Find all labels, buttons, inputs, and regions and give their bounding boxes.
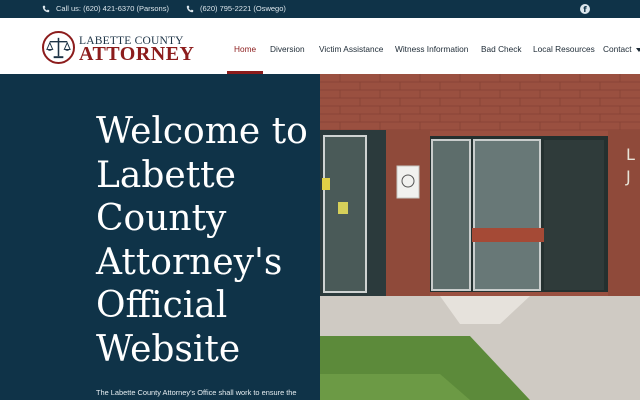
svg-text:J: J bbox=[625, 167, 631, 186]
nav-local-resources[interactable]: Local Resources bbox=[533, 44, 595, 54]
nav-contact[interactable]: Contact bbox=[603, 44, 640, 54]
nav-witness-information[interactable]: Witness Information bbox=[395, 44, 468, 54]
hero-title: Welcome to Labette County Attorney's Off… bbox=[96, 111, 308, 370]
nav-diversion[interactable]: Diversion bbox=[270, 44, 305, 54]
site-header: LABETTE COUNTY ATTORNEY Home Diversion V… bbox=[0, 18, 640, 74]
main-nav: Home Diversion Victim Assistance Witness… bbox=[0, 18, 640, 74]
top-contact-bar: Call us: (620) 421-6370 (Parsons) (620) … bbox=[0, 0, 640, 18]
hero-building-photo: L J bbox=[320, 74, 640, 400]
phone-oswego-text: (620) 795-2221 (Oswego) bbox=[200, 4, 286, 13]
nav-contact-label: Contact bbox=[603, 44, 632, 54]
phone-icon bbox=[42, 5, 50, 12]
phone-parsons-text: Call us: (620) 421-6370 (Parsons) bbox=[56, 4, 169, 13]
nav-bad-check[interactable]: Bad Check bbox=[481, 44, 522, 54]
nav-victim-assistance[interactable]: Victim Assistance bbox=[319, 44, 383, 54]
svg-text:L: L bbox=[626, 145, 635, 164]
phone-oswego[interactable]: (620) 795-2221 (Oswego) bbox=[186, 4, 286, 13]
facebook-icon[interactable]: f bbox=[580, 4, 590, 14]
caret-down-icon bbox=[635, 47, 640, 52]
phone-parsons[interactable]: Call us: (620) 421-6370 (Parsons) bbox=[42, 4, 169, 13]
nav-home[interactable]: Home bbox=[234, 44, 256, 54]
phone-icon bbox=[186, 5, 194, 12]
hero-text: The Labette County Attorney's Office sha… bbox=[96, 388, 297, 397]
